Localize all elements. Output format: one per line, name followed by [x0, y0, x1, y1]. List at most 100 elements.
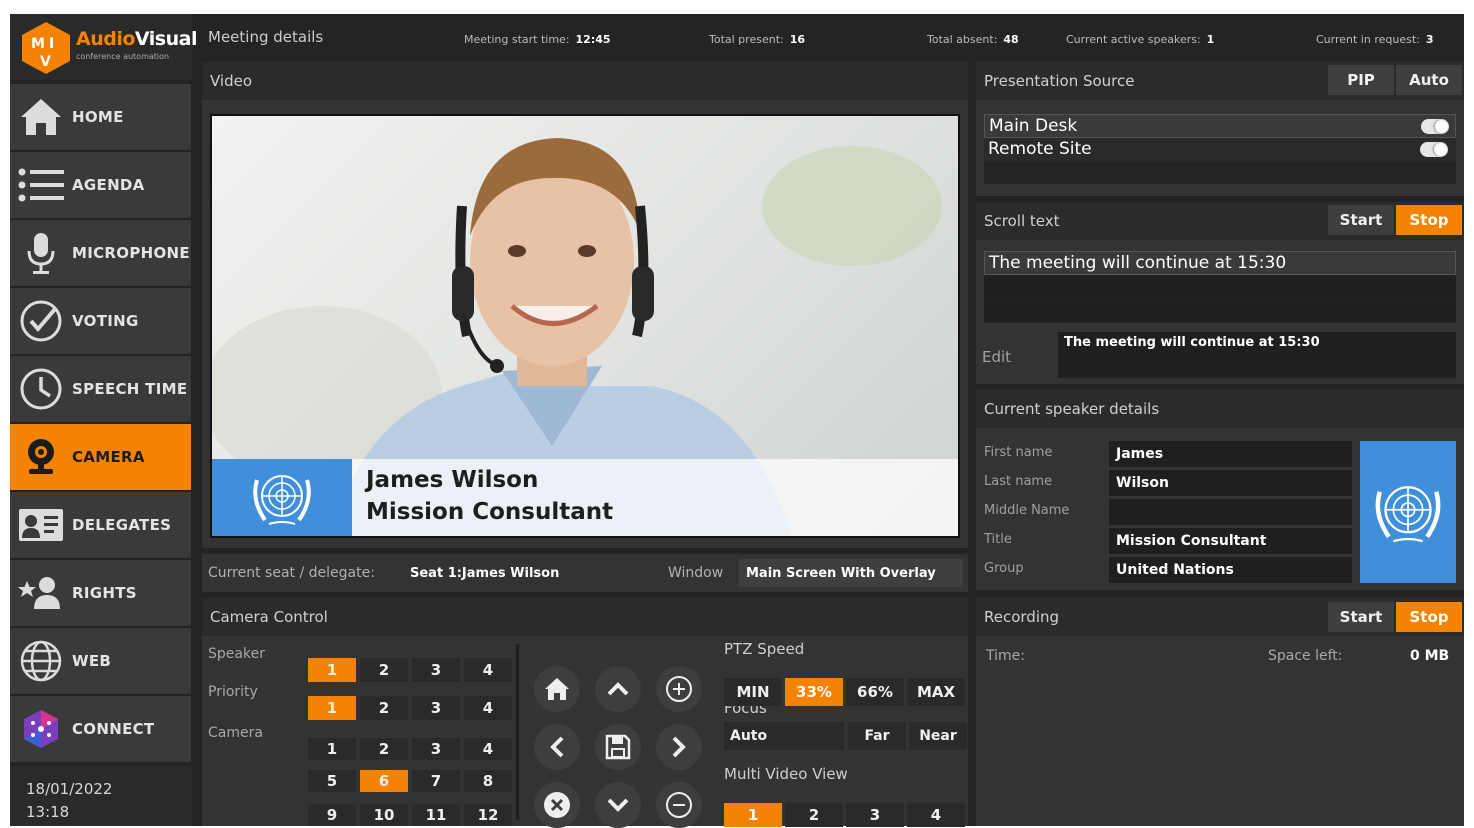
- sidebar-item-label: VOTING: [72, 312, 139, 330]
- priority-label: Priority: [208, 684, 258, 700]
- ptz-speed-label: PTZ Speed: [724, 640, 805, 658]
- speaker-button[interactable]: 4: [464, 658, 512, 682]
- video-preview[interactable]: James Wilson Mission Consultant: [210, 114, 960, 538]
- current-date: 18/01/2022: [26, 780, 113, 798]
- multi-video-button[interactable]: 1: [724, 803, 782, 827]
- title-field[interactable]: Mission Consultant: [1109, 528, 1352, 554]
- scroll-text-item[interactable]: The meeting will continue at 15:30: [984, 251, 1456, 275]
- overlay-title: Mission Consultant: [366, 499, 614, 525]
- minus-circle-icon: [666, 792, 692, 818]
- camera-button[interactable]: 7: [412, 770, 460, 792]
- camera-button[interactable]: 1: [308, 738, 356, 760]
- recording-stop-button[interactable]: Stop: [1396, 602, 1462, 632]
- ptz-speed-button[interactable]: 66%: [846, 678, 904, 706]
- save-preset-button[interactable]: [595, 724, 641, 770]
- stat-label: Meeting start time:: [464, 33, 570, 46]
- ptz-down-button[interactable]: [595, 782, 641, 828]
- stat-value: 1: [1206, 33, 1215, 46]
- ptz-left-button[interactable]: [534, 724, 580, 770]
- scroll-text-item[interactable]: [984, 276, 1456, 298]
- star-user-icon: [10, 575, 72, 611]
- edit-textarea[interactable]: The meeting will continue at 15:30: [1058, 332, 1456, 378]
- focus-far-button[interactable]: Far: [848, 722, 906, 750]
- middle-name-field[interactable]: [1109, 499, 1352, 525]
- ptz-speed-button[interactable]: MAX: [907, 678, 965, 706]
- ptz-home-button[interactable]: [534, 666, 580, 712]
- scroll-text-current: The meeting will continue at 15:30: [989, 253, 1287, 273]
- camera-button[interactable]: 3: [412, 738, 460, 760]
- current-in-request: Current in request: 3: [1316, 33, 1434, 46]
- sidebar-item-camera[interactable]: CAMERA: [10, 424, 192, 490]
- source-toggle[interactable]: [1421, 119, 1449, 134]
- speaker-details-panel: Current speaker details First name James…: [976, 390, 1464, 590]
- priority-button[interactable]: 2: [360, 696, 408, 720]
- sidebar-item-rights[interactable]: RIGHTS: [10, 560, 192, 626]
- source-item-remote-site[interactable]: Remote Site: [984, 138, 1456, 162]
- camera-button[interactable]: 6: [360, 770, 408, 792]
- scroll-text-item[interactable]: [984, 299, 1456, 321]
- scroll-start-button[interactable]: Start: [1328, 205, 1394, 235]
- priority-button[interactable]: 3: [412, 696, 460, 720]
- pip-label: PIP: [1347, 71, 1375, 89]
- stat-label: Total absent:: [927, 33, 998, 46]
- ptz-speed-button[interactable]: MIN: [724, 678, 782, 706]
- ptz-right-button[interactable]: [656, 724, 702, 770]
- video-header: Video: [202, 62, 968, 100]
- meeting-start-time: Meeting start time: 12:45: [464, 33, 611, 46]
- zoom-out-button[interactable]: [656, 782, 702, 828]
- sidebar-item-home[interactable]: HOME: [10, 84, 192, 150]
- scroll-text-title: Scroll text: [984, 212, 1060, 230]
- scroll-text-list: The meeting will continue at 15:30: [984, 251, 1456, 323]
- source-item-main-desk[interactable]: Main Desk: [984, 114, 1456, 138]
- middle-name-label: Middle Name: [984, 503, 1070, 518]
- multi-video-button[interactable]: 4: [907, 803, 965, 827]
- un-logo-icon: [212, 459, 352, 536]
- speaker-button[interactable]: 3: [412, 658, 460, 682]
- scroll-stop-button[interactable]: Stop: [1396, 205, 1462, 235]
- sidebar-item-microphone[interactable]: MICROPHONE: [10, 220, 192, 286]
- multi-video-button[interactable]: 3: [846, 803, 904, 827]
- sidebar-item-speech-time[interactable]: SPEECH TIME: [10, 356, 192, 422]
- cancel-button[interactable]: [534, 782, 580, 828]
- camera-button[interactable]: 11: [412, 804, 460, 826]
- sidebar-item-web[interactable]: WEB: [10, 628, 192, 694]
- sidebar-item-agenda[interactable]: AGENDA: [10, 152, 192, 218]
- group-field[interactable]: United Nations: [1109, 557, 1352, 583]
- sidebar-item-voting[interactable]: VOTING: [10, 288, 192, 354]
- camera-button[interactable]: 2: [360, 738, 408, 760]
- first-name-label: First name: [984, 445, 1053, 460]
- ptz-up-button[interactable]: [595, 666, 641, 712]
- priority-button[interactable]: 1: [308, 696, 356, 720]
- auto-label: Auto: [1409, 71, 1449, 89]
- multi-video-button[interactable]: 2: [785, 803, 843, 827]
- sidebar-item-delegates[interactable]: DELEGATES: [10, 492, 192, 558]
- focus-near-button[interactable]: Near: [909, 722, 967, 750]
- zoom-in-button[interactable]: [656, 666, 702, 712]
- ptz-speed-button[interactable]: 33%: [785, 678, 843, 706]
- camera-button[interactable]: 9: [308, 804, 356, 826]
- source-toggle[interactable]: [1420, 142, 1448, 157]
- window-select[interactable]: Main Screen With Overlay: [739, 559, 963, 587]
- auto-button[interactable]: Auto: [1396, 65, 1462, 95]
- pip-button[interactable]: PIP: [1328, 65, 1394, 95]
- chevron-down-icon: [607, 798, 629, 812]
- first-name-field[interactable]: James: [1109, 441, 1352, 467]
- focus-auto-button[interactable]: Auto: [724, 722, 844, 750]
- camera-button[interactable]: 5: [308, 770, 356, 792]
- camera-button[interactable]: 4: [464, 738, 512, 760]
- control-divider: [516, 644, 519, 820]
- last-name-field[interactable]: Wilson: [1109, 470, 1352, 496]
- camera-button[interactable]: 12: [464, 804, 512, 826]
- speaker-button[interactable]: 1: [308, 658, 356, 682]
- camera-button[interactable]: 10: [360, 804, 408, 826]
- recording-start-button[interactable]: Start: [1328, 602, 1394, 632]
- sidebar-item-label: DELEGATES: [72, 516, 172, 534]
- camera-button[interactable]: 8: [464, 770, 512, 792]
- speaker-details-header: Current speaker details: [976, 390, 1464, 428]
- speaker-button[interactable]: 2: [360, 658, 408, 682]
- brand-name-part2: Visual: [134, 28, 198, 50]
- priority-button[interactable]: 4: [464, 696, 512, 720]
- edit-value: The meeting will continue at 15:30: [1064, 335, 1320, 350]
- sidebar-item-label: CAMERA: [72, 448, 145, 466]
- sidebar-item-connect[interactable]: CONNECT: [10, 696, 192, 762]
